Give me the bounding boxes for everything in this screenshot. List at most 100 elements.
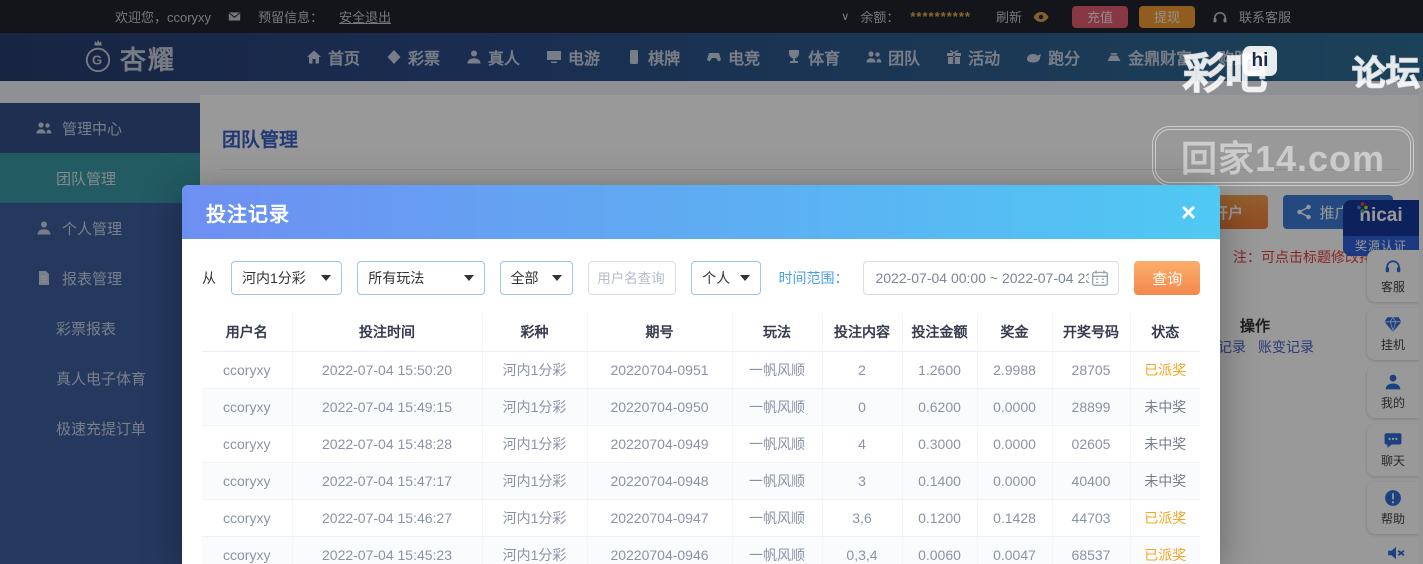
query-button[interactable]: 查询 [1134,261,1200,295]
table-cell: 一帆风顺 [732,389,822,426]
table-cell: 4 [822,426,902,463]
column-header: 彩种 [482,313,587,352]
status-badge: 未中奖 [1130,463,1200,500]
table-cell: 44703 [1052,500,1130,537]
table-cell: 20220704-0948 [587,463,732,500]
table-cell: 2022-07-04 15:45:23 [292,537,482,564]
table-cell: 0.1428 [977,500,1052,537]
table-cell: ccoryxy [202,389,292,426]
bet-records-modal: 投注记录 × 从 河内1分彩 所有玩法 全部 个人 时间范围： 查询 [182,185,1220,564]
playtype-select-value: 所有玩法 [368,268,424,288]
filter-bar: 从 河内1分彩 所有玩法 全部 个人 时间范围： 查询 [202,261,1200,295]
close-icon[interactable]: × [1181,199,1196,225]
column-header: 状态 [1130,313,1200,352]
modal-title: 投注记录 [206,198,290,227]
table-cell: 0.0000 [977,389,1052,426]
table-row: ccoryxy2022-07-04 15:48:28河内1分彩20220704-… [202,426,1200,463]
table-cell: 20220704-0949 [587,426,732,463]
status-badge: 未中奖 [1130,426,1200,463]
table-cell: ccoryxy [202,352,292,389]
column-header: 投注金额 [902,313,977,352]
table-cell: 河内1分彩 [482,500,587,537]
person-select[interactable]: 个人 [691,261,761,295]
column-header: 期号 [587,313,732,352]
column-header: 奖金 [977,313,1052,352]
table-cell: 28705 [1052,352,1130,389]
table-cell: 河内1分彩 [482,352,587,389]
table-cell: 68537 [1052,537,1130,564]
table-cell: 河内1分彩 [482,463,587,500]
table-cell: 河内1分彩 [482,426,587,463]
playtype-select[interactable]: 所有玩法 [357,261,484,295]
scope-select-value: 全部 [511,268,539,288]
table-cell: 1.2600 [902,352,977,389]
table-cell: 02605 [1052,426,1130,463]
lottery-select[interactable]: 河内1分彩 [231,261,342,295]
table-cell: ccoryxy [202,500,292,537]
table-cell: 20220704-0950 [587,389,732,426]
table-header-row: 用户名投注时间彩种期号玩法投注内容投注金额奖金开奖号码状态 [202,313,1200,352]
table-cell: ccoryxy [202,537,292,564]
chevron-down-icon [464,275,474,281]
column-header: 开奖号码 [1052,313,1130,352]
table-cell: 20220704-0951 [587,352,732,389]
table-cell: 2022-07-04 15:49:15 [292,389,482,426]
status-badge: 已派奖 [1130,537,1200,564]
bet-records-table: 用户名投注时间彩种期号玩法投注内容投注金额奖金开奖号码状态 ccoryxy202… [202,313,1200,564]
table-row: ccoryxy2022-07-04 15:47:17河内1分彩20220704-… [202,463,1200,500]
table-cell: 一帆风顺 [732,537,822,564]
table-cell: 28899 [1052,389,1130,426]
username-search-input[interactable] [588,261,676,295]
table-cell: 2 [822,352,902,389]
table-cell: 2022-07-04 15:48:28 [292,426,482,463]
table-row: ccoryxy2022-07-04 15:50:20河内1分彩20220704-… [202,352,1200,389]
table-cell: 0.1200 [902,500,977,537]
table-cell: 0.0000 [977,463,1052,500]
column-header: 投注内容 [822,313,902,352]
person-select-value: 个人 [702,268,730,288]
table-cell: 0.0047 [977,537,1052,564]
table-cell: 一帆风顺 [732,500,822,537]
table-cell: 2022-07-04 15:50:20 [292,352,482,389]
table-cell: 20220704-0947 [587,500,732,537]
daterange-value[interactable] [873,269,1091,287]
chevron-down-icon [321,275,331,281]
table-cell: 河内1分彩 [482,389,587,426]
modal-header: 投注记录 × [182,185,1220,239]
table-cell: 0.6200 [902,389,977,426]
table-cell: 一帆风顺 [732,352,822,389]
table-row: ccoryxy2022-07-04 15:46:27河内1分彩20220704-… [202,500,1200,537]
table-cell: 0.0060 [902,537,977,564]
table-cell: 0.3000 [902,426,977,463]
column-header: 投注时间 [292,313,482,352]
table-cell: 一帆风顺 [732,426,822,463]
table-cell: 2022-07-04 15:47:17 [292,463,482,500]
table-cell: 2.9988 [977,352,1052,389]
table-cell: 3 [822,463,902,500]
scope-select[interactable]: 全部 [500,261,574,295]
table-cell: 0 [822,389,902,426]
status-badge: 未中奖 [1130,389,1200,426]
table-cell: 一帆风顺 [732,463,822,500]
time-range-label: 时间范围： [778,268,848,288]
status-badge: 已派奖 [1130,352,1200,389]
column-header: 玩法 [732,313,822,352]
lottery-select-value: 河内1分彩 [242,268,306,288]
table-cell: 20220704-0946 [587,537,732,564]
table-cell: 3,6 [822,500,902,537]
table-cell: 0.1400 [902,463,977,500]
column-header: 用户名 [202,313,292,352]
table-cell: ccoryxy [202,463,292,500]
table-cell: 40400 [1052,463,1130,500]
table-row: ccoryxy2022-07-04 15:45:23河内1分彩20220704-… [202,537,1200,564]
chevron-down-icon [552,275,562,281]
table-row: ccoryxy2022-07-04 15:49:15河内1分彩20220704-… [202,389,1200,426]
table-cell: 2022-07-04 15:46:27 [292,500,482,537]
status-badge: 已派奖 [1130,500,1200,537]
calendar-icon[interactable] [1091,269,1109,287]
table-cell: 0.0000 [977,426,1052,463]
table-cell: ccoryxy [202,426,292,463]
from-label: 从 [202,268,216,288]
chevron-down-icon [740,275,750,281]
daterange-input[interactable] [863,261,1119,295]
